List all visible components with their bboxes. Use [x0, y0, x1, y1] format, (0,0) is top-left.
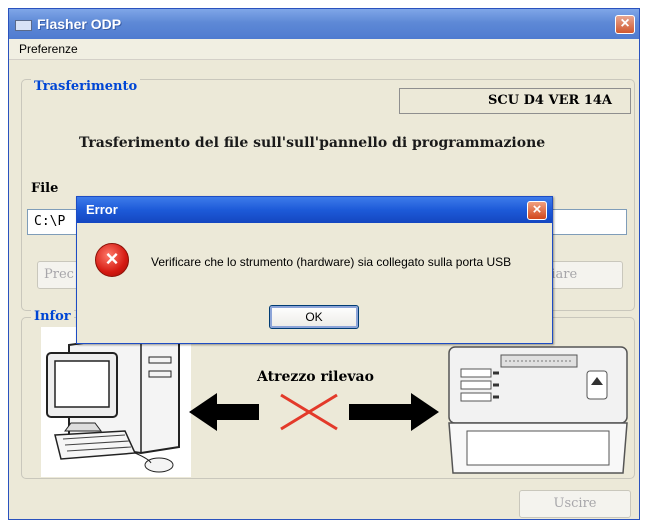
error-icon: × — [95, 243, 129, 277]
version-box: SCU D4 VER 14A — [399, 88, 631, 114]
connection-arrows — [189, 393, 439, 431]
close-button[interactable]: × — [615, 15, 635, 34]
close-icon: × — [620, 15, 630, 32]
app-icon — [15, 20, 32, 31]
error-message: Verificare che lo strumento (hardware) s… — [151, 255, 512, 269]
error-dialog-title: Error — [86, 202, 118, 217]
title-bar[interactable]: Flasher ODP × — [9, 9, 639, 39]
computer-illustration — [41, 327, 191, 477]
close-icon: × — [532, 201, 542, 218]
transfer-group-label: Trasferimento — [31, 79, 141, 94]
error-dialog: Error × × Verificare che lo strumento (h… — [76, 196, 553, 344]
error-dialog-title-bar[interactable]: Error × — [77, 197, 552, 223]
info-group-label: Infor — [31, 309, 74, 324]
panel-illustration — [448, 346, 628, 474]
error-dialog-close-button[interactable]: × — [527, 201, 547, 220]
window-title: Flasher ODP — [37, 16, 122, 32]
file-label: File — [31, 181, 59, 196]
transfer-heading: Trasferimento del file sull'sull'pannell… — [79, 135, 546, 151]
exit-button[interactable]: Uscire — [519, 490, 631, 518]
menu-bar: Preferenze — [9, 39, 639, 60]
menu-item-preferenze[interactable]: Preferenze — [19, 42, 78, 56]
ok-button[interactable]: OK — [269, 305, 359, 329]
device-status-label: Atrezzo rilevao — [257, 369, 374, 385]
